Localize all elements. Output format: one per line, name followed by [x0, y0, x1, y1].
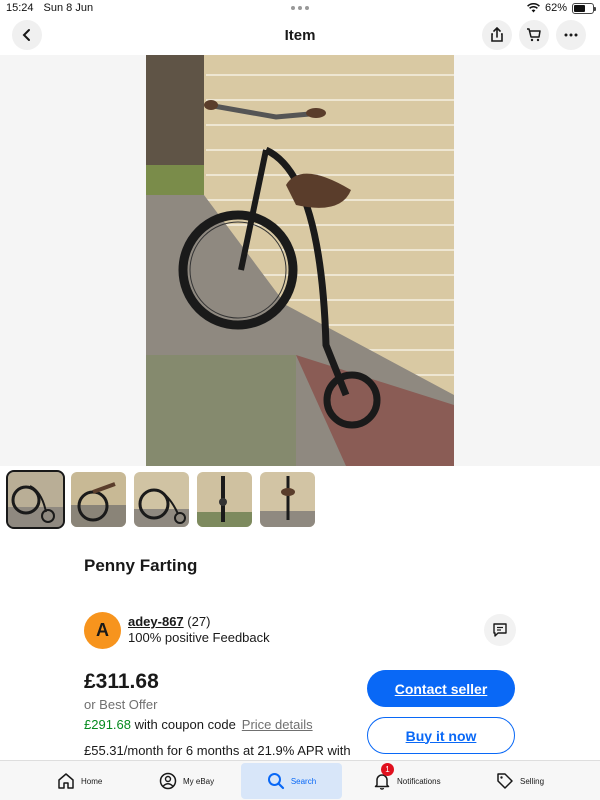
status-time: 15:24	[6, 2, 34, 14]
seller-rating-count: (27)	[187, 614, 211, 629]
cart-icon	[527, 28, 541, 42]
share-icon	[491, 27, 503, 42]
tab-my-ebay[interactable]: My eBay	[159, 763, 214, 799]
thumbnail-1[interactable]	[6, 470, 65, 529]
item-title: Penny Farting	[84, 556, 198, 575]
coupon-text: with coupon code	[131, 717, 236, 732]
best-offer-text: or Best Offer	[84, 697, 158, 712]
notification-badge: 1	[381, 763, 394, 776]
seller-name-link[interactable]: adey-867	[128, 614, 184, 629]
finance-text[interactable]: £55.31/month for 6 months at 21.9% APR w…	[84, 743, 351, 758]
tab-home[interactable]: Home	[57, 763, 102, 799]
wifi-icon	[527, 3, 540, 13]
price-details-link[interactable]: Price details	[242, 717, 313, 732]
thumbnail-5[interactable]	[260, 472, 315, 527]
main-item-photo[interactable]	[146, 55, 454, 466]
message-seller-button[interactable]	[484, 614, 516, 646]
tab-label: Home	[81, 776, 103, 786]
ellipsis-icon	[564, 33, 578, 37]
seller-avatar[interactable]: A	[84, 612, 121, 649]
home-icon	[58, 773, 74, 789]
search-icon	[267, 773, 284, 790]
tab-label: Notifications	[397, 776, 441, 786]
seller-name-line: adey-867 (27)	[128, 614, 210, 629]
tab-label: Search	[290, 776, 317, 786]
tab-label: Selling	[520, 776, 545, 786]
battery-percent: 62%	[544, 2, 567, 14]
item-price: £311.68	[84, 670, 159, 693]
tab-label: My eBay	[183, 776, 215, 786]
message-icon	[493, 623, 507, 637]
nav-bar: Item	[0, 18, 600, 54]
tab-search[interactable]: Search	[241, 763, 342, 799]
multitasking-dots-icon[interactable]	[291, 6, 309, 10]
status-date: Sun 8 Jun	[43, 2, 94, 14]
seller-feedback: 100% positive Feedback	[128, 630, 270, 645]
coupon-line: £291.68 with coupon code Price details	[84, 717, 313, 732]
contact-seller-button[interactable]: Contact seller	[367, 670, 515, 707]
tab-selling[interactable]: Selling	[496, 763, 544, 799]
status-bar: 15:24 Sun 8 Jun 62%	[0, 0, 600, 16]
thumbnail-strip	[6, 470, 315, 529]
cart-button[interactable]	[519, 20, 549, 50]
photo-gallery[interactable]	[0, 55, 600, 466]
thumbnail-2[interactable]	[71, 472, 126, 527]
thumbnail-4[interactable]	[197, 472, 252, 527]
thumbnail-3[interactable]	[134, 472, 189, 527]
profile-icon	[159, 772, 177, 790]
battery-icon	[572, 2, 596, 14]
buy-it-now-button[interactable]: Buy it now	[367, 717, 515, 754]
tab-bar: Home My eBay Search Notifications 1 Sell…	[0, 760, 600, 800]
coupon-price: £291.68	[84, 717, 131, 732]
tag-icon	[497, 773, 513, 789]
share-button[interactable]	[482, 20, 512, 50]
more-options-button[interactable]	[556, 20, 586, 50]
